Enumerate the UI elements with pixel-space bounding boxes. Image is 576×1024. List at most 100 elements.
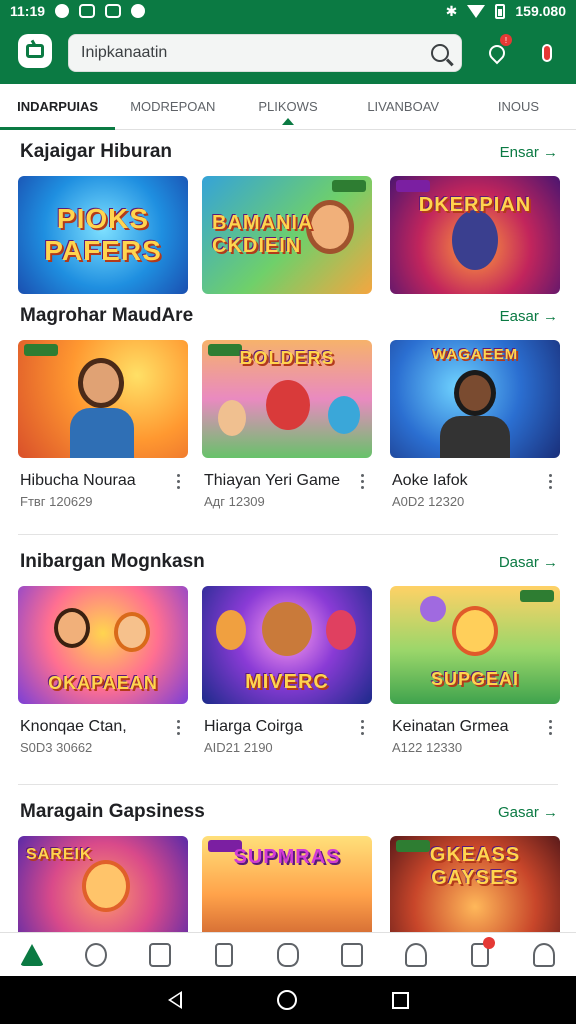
more-options-icon[interactable] — [172, 472, 184, 490]
tab-modrepoan[interactable]: MODREPOAN — [115, 84, 230, 129]
section-recommended: Magrohar MaudAre Easar Hibucha Nouraa Fт… — [0, 304, 576, 524]
recent-apps-icon[interactable] — [391, 991, 409, 1009]
app-notification-icon — [55, 4, 70, 18]
notification-button[interactable]: ! — [484, 34, 512, 66]
tab-label: INDARPUIAS — [17, 99, 99, 114]
app-bar: Inipkanaatin ! — [0, 22, 576, 84]
app-logo-button[interactable] — [18, 34, 52, 68]
profile-icon — [533, 942, 555, 967]
game-thumbnail[interactable]: WAGAEEM — [390, 340, 560, 458]
game-thumbnail[interactable]: SUPMRAS — [202, 836, 372, 932]
more-options-icon[interactable] — [544, 718, 556, 736]
character-art — [218, 400, 246, 436]
game-card[interactable]: OKAPAEAN Knonqae Ctan, S0D3 30662 — [18, 586, 188, 755]
game-card[interactable]: SUPMRAS — [202, 836, 372, 932]
game-card[interactable]: PIOKS PAFERS — [18, 176, 188, 294]
home-circle-icon[interactable] — [276, 990, 297, 1010]
status-time: 11:19 — [10, 3, 46, 19]
game-subtitle: S0D3 30662 — [20, 740, 93, 755]
nav-badge[interactable] — [64, 933, 128, 976]
character-art — [452, 606, 498, 656]
game-card[interactable]: Hibucha Nouraa Fтвг 120629 — [18, 340, 188, 509]
section-header: Kajaigar Hiburan Ensar — [20, 140, 558, 164]
section-header: Inibargan Mognkasn Dasar — [20, 550, 558, 574]
game-card[interactable]: BOLDERS Thiayan Yeri Game Aдг 12309 — [202, 340, 372, 509]
battery-icon — [495, 3, 506, 19]
character-art — [326, 610, 356, 650]
thumbnail-title: GKEASS GAYSES — [429, 844, 521, 889]
section-more-link[interactable]: Dasar — [499, 554, 558, 571]
thumbnail-title: BOLDERS — [239, 348, 335, 368]
nav-apps[interactable] — [384, 933, 448, 976]
character-art — [78, 358, 124, 408]
voice-search-button[interactable] — [534, 40, 560, 66]
section-more-link[interactable]: Gasar — [498, 804, 558, 821]
game-thumbnail[interactable]: DKERPIAN — [390, 176, 560, 294]
more-options-icon[interactable] — [544, 472, 556, 490]
person-badge-icon — [85, 942, 107, 967]
character-art — [216, 610, 246, 650]
store-logo-icon — [26, 44, 44, 58]
tab-inous[interactable]: INOUS — [461, 84, 576, 129]
tab-label: INOUS — [497, 99, 539, 114]
nav-updates[interactable] — [448, 933, 512, 976]
game-subtitle: A0D2 12320 — [392, 494, 465, 509]
tab-indarpuias[interactable]: INDARPUIAS — [0, 84, 116, 130]
game-thumbnail[interactable]: GKEASS GAYSES — [390, 836, 560, 932]
search-icon[interactable] — [431, 44, 449, 62]
game-card[interactable]: MIVERC Hiarga Coirga AID21 2190 — [202, 586, 372, 755]
section-more-link[interactable]: Easar — [500, 308, 558, 325]
status-bar: 11:19 ✱ 159.080 — [0, 0, 576, 22]
game-card[interactable]: WAGAEEM Aoke Iafok A0D2 12320 — [390, 340, 560, 509]
tablet-notification-icon — [471, 936, 495, 967]
game-card[interactable]: GKEASS GAYSES — [390, 836, 560, 932]
thumbnail-title: SUPGEAI — [430, 669, 520, 689]
nav-profile[interactable] — [512, 933, 576, 976]
back-icon[interactable] — [167, 991, 182, 1009]
game-card[interactable]: DKERPIAN — [390, 176, 560, 294]
game-thumbnail[interactable]: OKAPAEAN — [18, 586, 188, 704]
tab-caret-icon — [282, 118, 294, 125]
game-thumbnail[interactable] — [18, 340, 188, 458]
game-thumbnail[interactable]: MIVERC — [202, 586, 372, 704]
section-more-link[interactable]: Ensar — [500, 144, 558, 161]
search-input[interactable]: Inipkanaatin — [81, 44, 431, 62]
thumbnail-title: DKERPIAN — [418, 194, 532, 216]
nav-store[interactable] — [128, 933, 192, 976]
nav-home[interactable] — [0, 933, 64, 976]
store-icon — [149, 942, 171, 967]
character-art — [454, 370, 496, 416]
character-art — [54, 608, 90, 648]
microphone-icon — [542, 44, 552, 62]
sync-notification-icon — [105, 4, 122, 18]
game-card[interactable]: BAMANIA CKDIEIN — [202, 176, 372, 294]
tab-label: PLIKOWS — [258, 99, 318, 114]
game-card[interactable]: SAREIK — [18, 836, 188, 932]
bluetooth-icon: ✱ — [445, 2, 458, 19]
system-navigation-bar — [0, 976, 576, 1024]
more-options-icon[interactable] — [356, 472, 368, 490]
search-bar[interactable]: Inipkanaatin — [68, 34, 462, 72]
nav-clipboard[interactable] — [192, 933, 256, 976]
section-title: Magrohar MaudAre — [20, 305, 194, 326]
tab-plikows[interactable]: PLIKOWS — [230, 84, 345, 129]
nav-chat[interactable] — [256, 933, 320, 976]
section-popular: Inibargan Mognkasn Dasar OKAPAEAN Knonqa… — [0, 550, 576, 770]
game-thumbnail[interactable]: SUPGEAI — [390, 586, 560, 704]
thumbnail-title: BAMANIA CKDIEIN — [212, 212, 313, 257]
game-thumbnail[interactable]: SAREIK — [18, 836, 188, 932]
more-options-icon[interactable] — [172, 718, 184, 736]
character-body-art — [440, 416, 510, 458]
status-right-time: 159.080 — [515, 3, 566, 19]
tab-label: MODREPOAN — [130, 99, 216, 114]
more-options-icon[interactable] — [356, 718, 368, 736]
game-title: Keinatan Grmea — [392, 718, 509, 735]
game-thumbnail[interactable]: BOLDERS — [202, 340, 372, 458]
tab-label: LIVANBOAV — [367, 99, 440, 114]
calendar-icon — [341, 942, 363, 967]
nav-calendar[interactable] — [320, 933, 384, 976]
game-thumbnail[interactable]: BAMANIA CKDIEIN — [202, 176, 372, 294]
game-card[interactable]: SUPGEAI Keinatan Grmea A122 12330 — [390, 586, 560, 755]
tab-livanboav[interactable]: LIVANBOAV — [346, 84, 461, 129]
game-thumbnail[interactable]: PIOKS PAFERS — [18, 176, 188, 294]
